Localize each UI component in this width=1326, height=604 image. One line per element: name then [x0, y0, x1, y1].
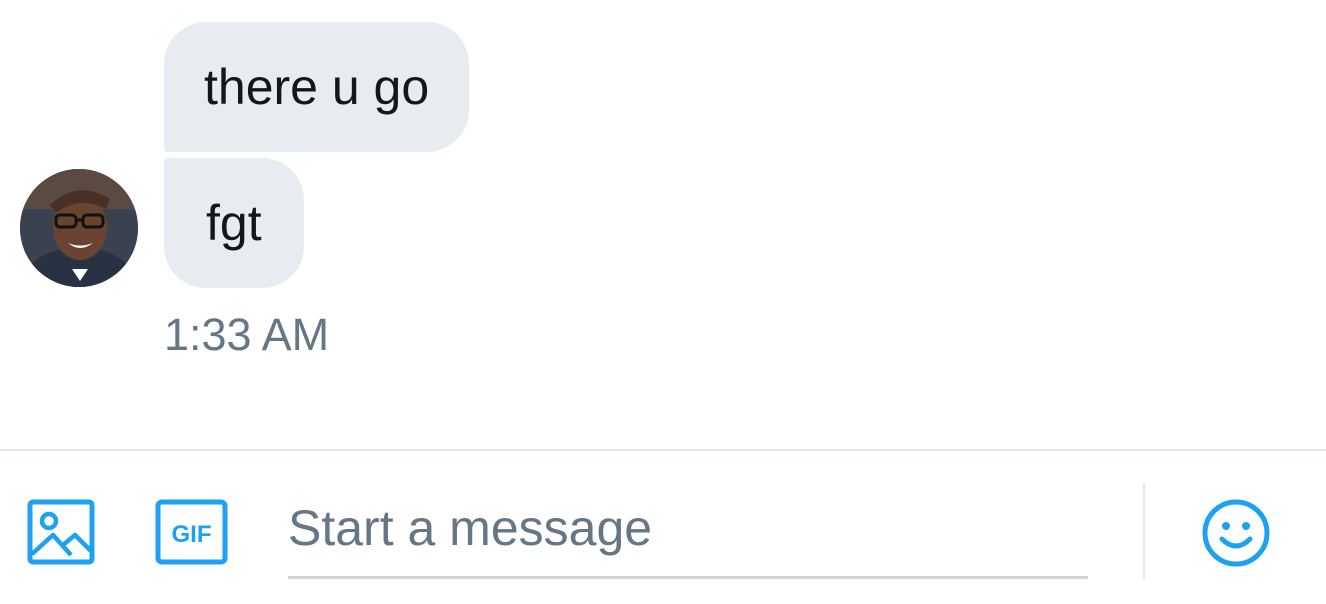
message-composer: GIF [0, 449, 1326, 604]
message-input[interactable] [288, 479, 1088, 579]
gif-icon[interactable]: GIF [155, 499, 228, 565]
image-icon[interactable] [27, 499, 95, 565]
smiley-icon[interactable] [1200, 497, 1272, 569]
gif-label: GIF [172, 521, 212, 548]
message-text: fgt [206, 195, 262, 251]
message-bubble[interactable]: fgt [164, 158, 304, 288]
message-bubble[interactable]: there u go [164, 22, 470, 152]
avatar-photo [20, 169, 138, 287]
avatar[interactable] [20, 169, 138, 287]
divider [1143, 483, 1145, 579]
conversation-panel: there u go fgt 1:33 AM [0, 0, 1326, 450]
message-timestamp: 1:33 AM [164, 309, 330, 360]
message-text: there u go [204, 59, 430, 115]
